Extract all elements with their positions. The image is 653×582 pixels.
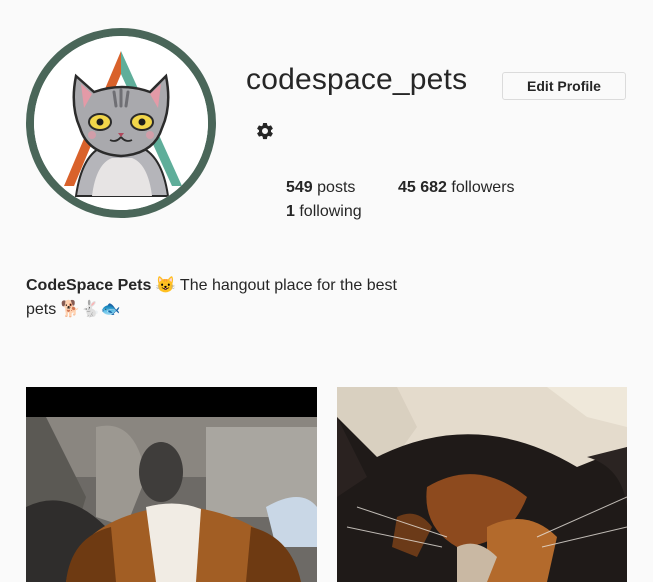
edit-profile-button[interactable]: Edit Profile (502, 72, 626, 100)
posts-count: 549 posts (286, 178, 355, 198)
followers-count-label: followers (451, 179, 515, 196)
pet-emojis: 🐕🐇🐟 (60, 301, 121, 318)
profile-bio: CodeSpace Pets 😺 The hangout place for t… (26, 274, 406, 322)
cat-photo (337, 387, 627, 582)
cat-avatar-icon (34, 36, 208, 210)
post-thumbnail-dog[interactable] (26, 387, 317, 582)
following-link[interactable]: 1 following (286, 202, 362, 222)
posts-count-label: posts (317, 179, 356, 196)
profile-display-name: CodeSpace Pets (26, 277, 152, 294)
settings-button[interactable] (255, 121, 275, 141)
gear-icon (257, 122, 273, 140)
following-count-value: 1 (286, 203, 295, 220)
cat-emoji: 😺 (155, 277, 176, 294)
profile-avatar[interactable] (26, 28, 216, 218)
profile-username: codespace_pets (246, 63, 468, 96)
dog-photo (26, 387, 317, 582)
posts-count-value: 549 (286, 179, 313, 196)
following-count-label: following (299, 203, 362, 220)
followers-count-value: 45 682 (398, 179, 447, 196)
post-thumbnail-cat[interactable] (337, 387, 627, 582)
followers-link[interactable]: 45 682 followers (398, 178, 515, 198)
